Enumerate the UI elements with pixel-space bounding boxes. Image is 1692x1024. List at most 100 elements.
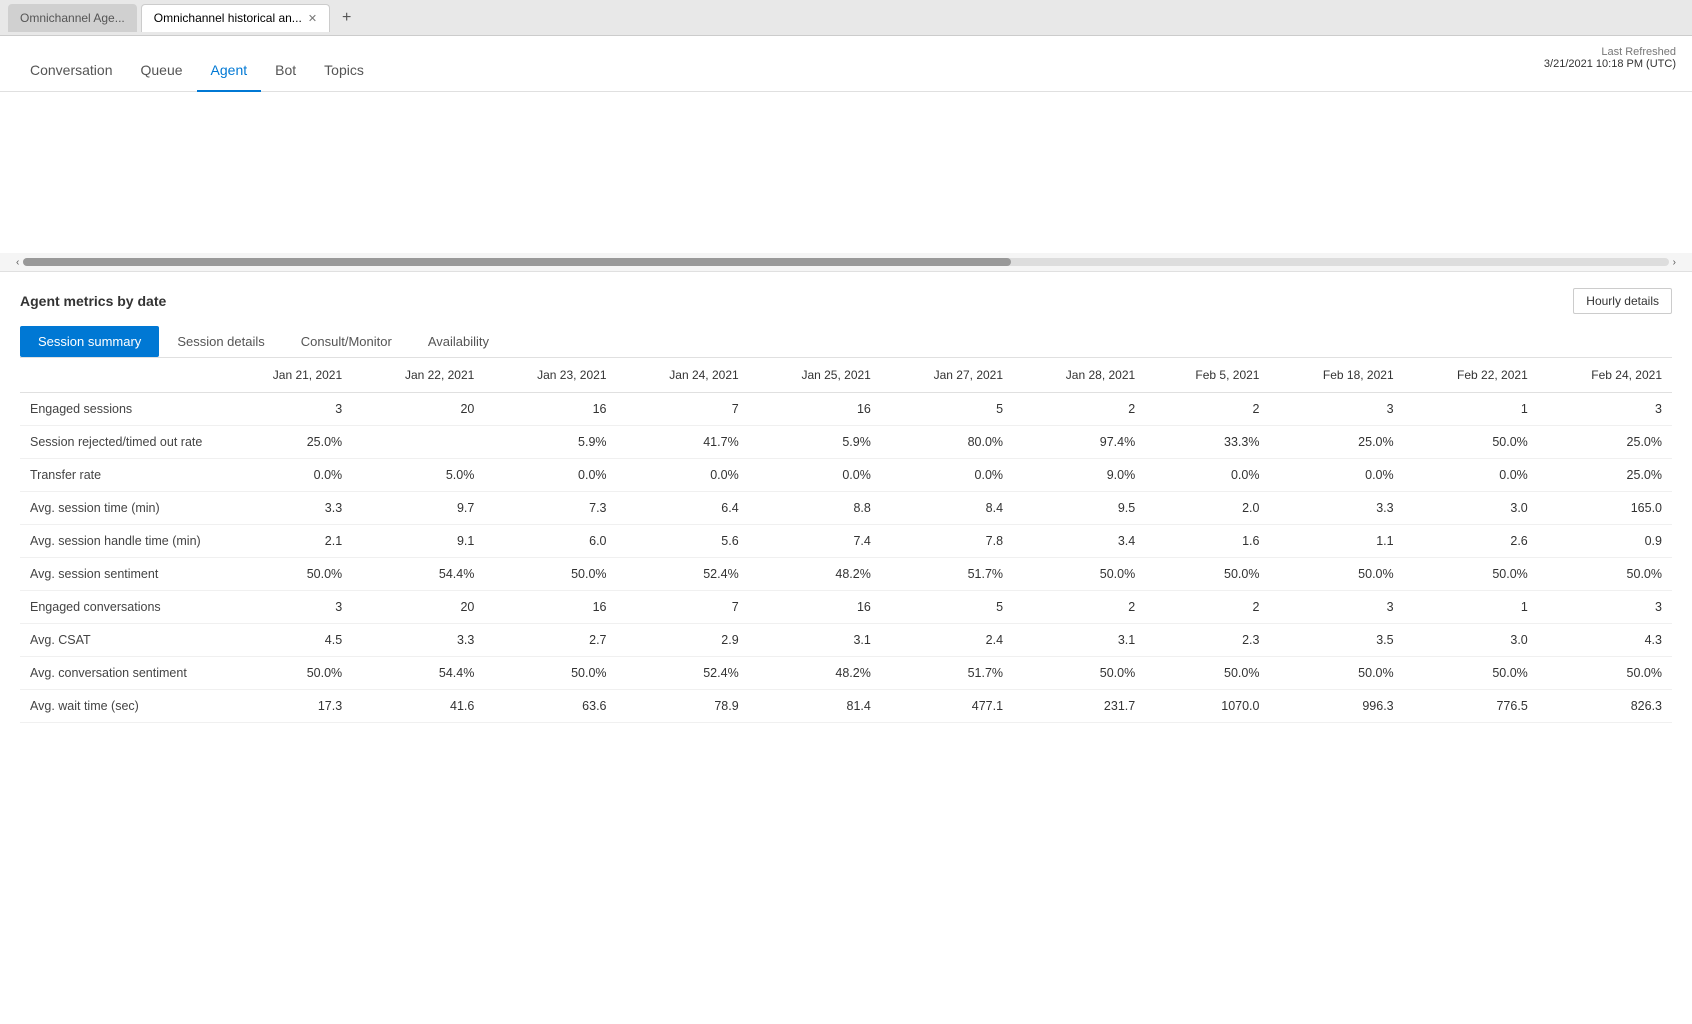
table-row: Avg. session sentiment 50.0% 54.4% 50.0% 52.… xyxy=(20,558,1672,591)
chart-area: ‹ › xyxy=(0,92,1692,272)
cell-r9-c2: 63.6 xyxy=(484,690,616,723)
scroll-right-icon[interactable]: › xyxy=(1673,257,1676,268)
cell-r7-c5: 2.4 xyxy=(881,624,1013,657)
cell-r1-c7: 33.3% xyxy=(1145,426,1269,459)
tab-omnichannel-historical[interactable]: Omnichannel historical an... ✕ xyxy=(141,4,330,32)
scroll-left-icon[interactable]: ‹ xyxy=(16,257,19,268)
data-table-container[interactable]: Jan 21, 2021 Jan 22, 2021 Jan 23, 2021 J… xyxy=(20,358,1672,723)
cell-r9-c6: 231.7 xyxy=(1013,690,1145,723)
cell-r4-c0: 2.1 xyxy=(220,525,352,558)
scrollbar-track[interactable] xyxy=(23,258,1668,266)
row-label-3: Avg. session time (min) xyxy=(20,492,220,525)
cell-r9-c8: 996.3 xyxy=(1269,690,1403,723)
cell-r4-c1: 9.1 xyxy=(352,525,484,558)
hourly-details-button[interactable]: Hourly details xyxy=(1573,288,1672,314)
cell-r4-c9: 2.6 xyxy=(1404,525,1538,558)
cell-r1-c9: 50.0% xyxy=(1404,426,1538,459)
cell-r6-c4: 16 xyxy=(749,591,881,624)
col-header-jan27: Jan 27, 2021 xyxy=(881,358,1013,393)
cell-r0-c6: 2 xyxy=(1013,393,1145,426)
table-row: Transfer rate0.0%5.0%0.0%0.0%0.0%0.0%9.0… xyxy=(20,459,1672,492)
cell-r7-c2: 2.7 xyxy=(484,624,616,657)
cell-r8-c4: 48.2% xyxy=(749,657,881,690)
cell-r9-c3: 78.9 xyxy=(617,690,749,723)
main-scroll-area[interactable]: ‹ › Agent metrics by date Hourly details… xyxy=(0,92,1692,1024)
tab-label: Omnichannel historical an... xyxy=(154,11,302,25)
cell-r3-c3: 6.4 xyxy=(617,492,749,525)
cell-r0-c2: 16 xyxy=(484,393,616,426)
cell-r8-c3: 52.4% xyxy=(617,657,749,690)
cell-r9-c9: 776.5 xyxy=(1404,690,1538,723)
cell-r1-c10: 25.0% xyxy=(1538,426,1672,459)
cell-r8-c8: 50.0% xyxy=(1269,657,1403,690)
cell-r5-c9: 50.0% xyxy=(1404,558,1538,591)
nav-item-queue[interactable]: Queue xyxy=(127,50,197,92)
metrics-section: Agent metrics by date Hourly details Ses… xyxy=(0,272,1692,739)
col-header-jan22: Jan 22, 2021 xyxy=(352,358,484,393)
cell-r2-c4: 0.0% xyxy=(749,459,881,492)
nav-item-conversation[interactable]: Conversation xyxy=(16,50,127,92)
col-header-jan23: Jan 23, 2021 xyxy=(484,358,616,393)
cell-r7-c0: 4.5 xyxy=(220,624,352,657)
tab-label: Omnichannel Age... xyxy=(20,11,125,25)
cell-r2-c8: 0.0% xyxy=(1269,459,1403,492)
nav-item-bot[interactable]: Bot xyxy=(261,50,310,92)
cell-r4-c6: 3.4 xyxy=(1013,525,1145,558)
new-tab-button[interactable]: + xyxy=(334,9,359,27)
scrollbar-thumb xyxy=(23,258,1010,266)
row-label-5: Avg. session sentiment xyxy=(20,558,220,591)
row-label-1: Session rejected/timed out rate xyxy=(20,426,220,459)
cell-r3-c1: 9.7 xyxy=(352,492,484,525)
table-row: Engaged sessions32016716522313 xyxy=(20,393,1672,426)
row-label-9: Avg. wait time (sec) xyxy=(20,690,220,723)
cell-r6-c5: 5 xyxy=(881,591,1013,624)
cell-r9-c4: 81.4 xyxy=(749,690,881,723)
cell-r5-c1: 54.4% xyxy=(352,558,484,591)
cell-r2-c1: 5.0% xyxy=(352,459,484,492)
cell-r4-c5: 7.8 xyxy=(881,525,1013,558)
table-row: Engaged conversations32016716522313 xyxy=(20,591,1672,624)
cell-r5-c3: 52.4% xyxy=(617,558,749,591)
nav-item-agent[interactable]: Agent xyxy=(197,50,262,92)
tab-omnichannel-age[interactable]: Omnichannel Age... xyxy=(8,4,137,32)
cell-r6-c8: 3 xyxy=(1269,591,1403,624)
cell-r7-c9: 3.0 xyxy=(1404,624,1538,657)
nav-item-topics[interactable]: Topics xyxy=(310,50,378,92)
cell-r2-c3: 0.0% xyxy=(617,459,749,492)
cell-r8-c5: 51.7% xyxy=(881,657,1013,690)
cell-r5-c6: 50.0% xyxy=(1013,558,1145,591)
last-refreshed: Last Refreshed 3/21/2021 10:18 PM (UTC) xyxy=(1544,46,1676,70)
cell-r1-c5: 80.0% xyxy=(881,426,1013,459)
cell-r1-c6: 97.4% xyxy=(1013,426,1145,459)
cell-r1-c0: 25.0% xyxy=(220,426,352,459)
cell-r2-c2: 0.0% xyxy=(484,459,616,492)
cell-r0-c0: 3 xyxy=(220,393,352,426)
col-header-feb5: Feb 5, 2021 xyxy=(1145,358,1269,393)
cell-r5-c10: 50.0% xyxy=(1538,558,1672,591)
browser-tab-bar: Omnichannel Age... Omnichannel historica… xyxy=(0,0,1692,36)
tab-close-icon[interactable]: ✕ xyxy=(308,12,317,25)
top-navigation: Conversation Queue Agent Bot Topics Last… xyxy=(0,36,1692,92)
cell-r3-c10: 165.0 xyxy=(1538,492,1672,525)
sub-tab-session-details[interactable]: Session details xyxy=(159,326,282,357)
cell-r5-c8: 50.0% xyxy=(1269,558,1403,591)
table-row: Avg. CSAT4.53.32.72.93.12.43.12.33.53.04… xyxy=(20,624,1672,657)
cell-r3-c6: 9.5 xyxy=(1013,492,1145,525)
table-row: Avg. wait time (sec)17.341.663.678.981.4… xyxy=(20,690,1672,723)
cell-r1-c4: 5.9% xyxy=(749,426,881,459)
cell-r7-c6: 3.1 xyxy=(1013,624,1145,657)
cell-r3-c4: 8.8 xyxy=(749,492,881,525)
sub-tab-bar: Session summary Session details Consult/… xyxy=(20,326,1672,358)
sub-tab-consult-monitor[interactable]: Consult/Monitor xyxy=(283,326,410,357)
sub-tab-availability[interactable]: Availability xyxy=(410,326,507,357)
cell-r3-c9: 3.0 xyxy=(1404,492,1538,525)
cell-r7-c7: 2.3 xyxy=(1145,624,1269,657)
sub-tab-session-summary[interactable]: Session summary xyxy=(20,326,159,357)
table-header-row: Jan 21, 2021 Jan 22, 2021 Jan 23, 2021 J… xyxy=(20,358,1672,393)
cell-r1-c3: 41.7% xyxy=(617,426,749,459)
table-row: Avg. conversation sentiment50.0%54.4%50.… xyxy=(20,657,1672,690)
cell-r0-c9: 1 xyxy=(1404,393,1538,426)
col-header-feb18: Feb 18, 2021 xyxy=(1269,358,1403,393)
cell-r7-c4: 3.1 xyxy=(749,624,881,657)
cell-r0-c8: 3 xyxy=(1269,393,1403,426)
